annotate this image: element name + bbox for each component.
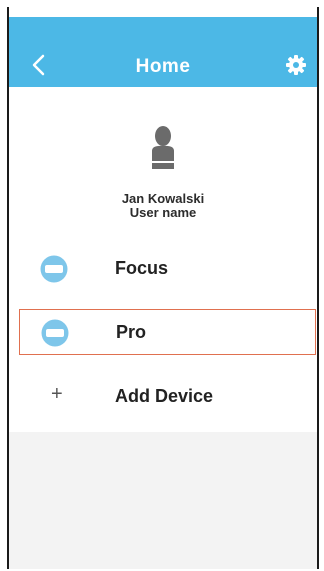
page-title: Home bbox=[135, 56, 191, 77]
device-item-focus[interactable]: Focus bbox=[19, 246, 316, 292]
gear-icon bbox=[286, 55, 306, 75]
app-screen: Home Jan Kowalski User name Focus Pro + … bbox=[7, 7, 319, 569]
device-item-pro[interactable]: Pro bbox=[19, 309, 316, 355]
plus-icon: + bbox=[51, 383, 63, 405]
device-label: Focus bbox=[115, 258, 169, 278]
user-name: Jan Kowalski bbox=[121, 191, 205, 206]
header-bar: Home bbox=[9, 17, 317, 87]
add-device-label: Add Device bbox=[115, 386, 214, 406]
empty-area bbox=[9, 432, 317, 569]
add-device-button[interactable]: + Add Device bbox=[19, 374, 316, 420]
user-silhouette-icon bbox=[152, 126, 174, 169]
user-name-caption: User name bbox=[129, 205, 197, 220]
device-label: Pro bbox=[116, 322, 147, 342]
user-profile: Jan Kowalski User name bbox=[9, 125, 317, 220]
device-icon bbox=[40, 255, 68, 283]
settings-button[interactable] bbox=[285, 54, 307, 76]
device-icon bbox=[41, 319, 69, 347]
